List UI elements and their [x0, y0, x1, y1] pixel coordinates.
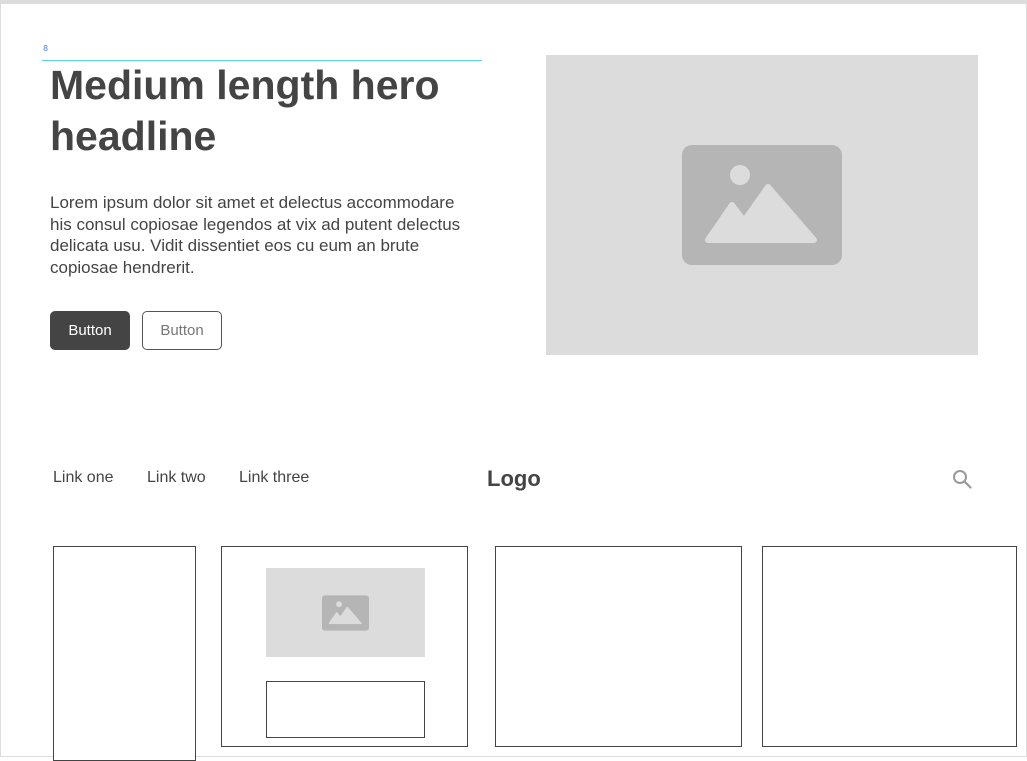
- nav-link-three[interactable]: Link three: [239, 469, 309, 487]
- hero-headline: Medium length hero headline: [50, 62, 440, 159]
- card-image-placeholder: [266, 568, 425, 657]
- search-icon[interactable]: [952, 469, 972, 489]
- card-3: [495, 546, 742, 747]
- card-1: [53, 546, 196, 761]
- nav-link-two[interactable]: Link two: [147, 469, 206, 487]
- card-text-box: [266, 681, 425, 738]
- nav-link-one[interactable]: Link one: [53, 469, 114, 487]
- primary-button[interactable]: Button: [50, 311, 130, 350]
- image-placeholder-icon: [322, 595, 369, 631]
- logo[interactable]: Logo: [487, 466, 541, 492]
- secondary-button[interactable]: Button: [142, 311, 222, 350]
- guide-label: 8: [43, 44, 49, 53]
- image-placeholder-icon: [682, 145, 842, 265]
- hero-body-text: Lorem ipsum dolor sit amet et delectus a…: [50, 193, 461, 277]
- hero-image-placeholder: [546, 55, 978, 355]
- card-2: [221, 546, 468, 747]
- card-4: [762, 546, 1017, 747]
